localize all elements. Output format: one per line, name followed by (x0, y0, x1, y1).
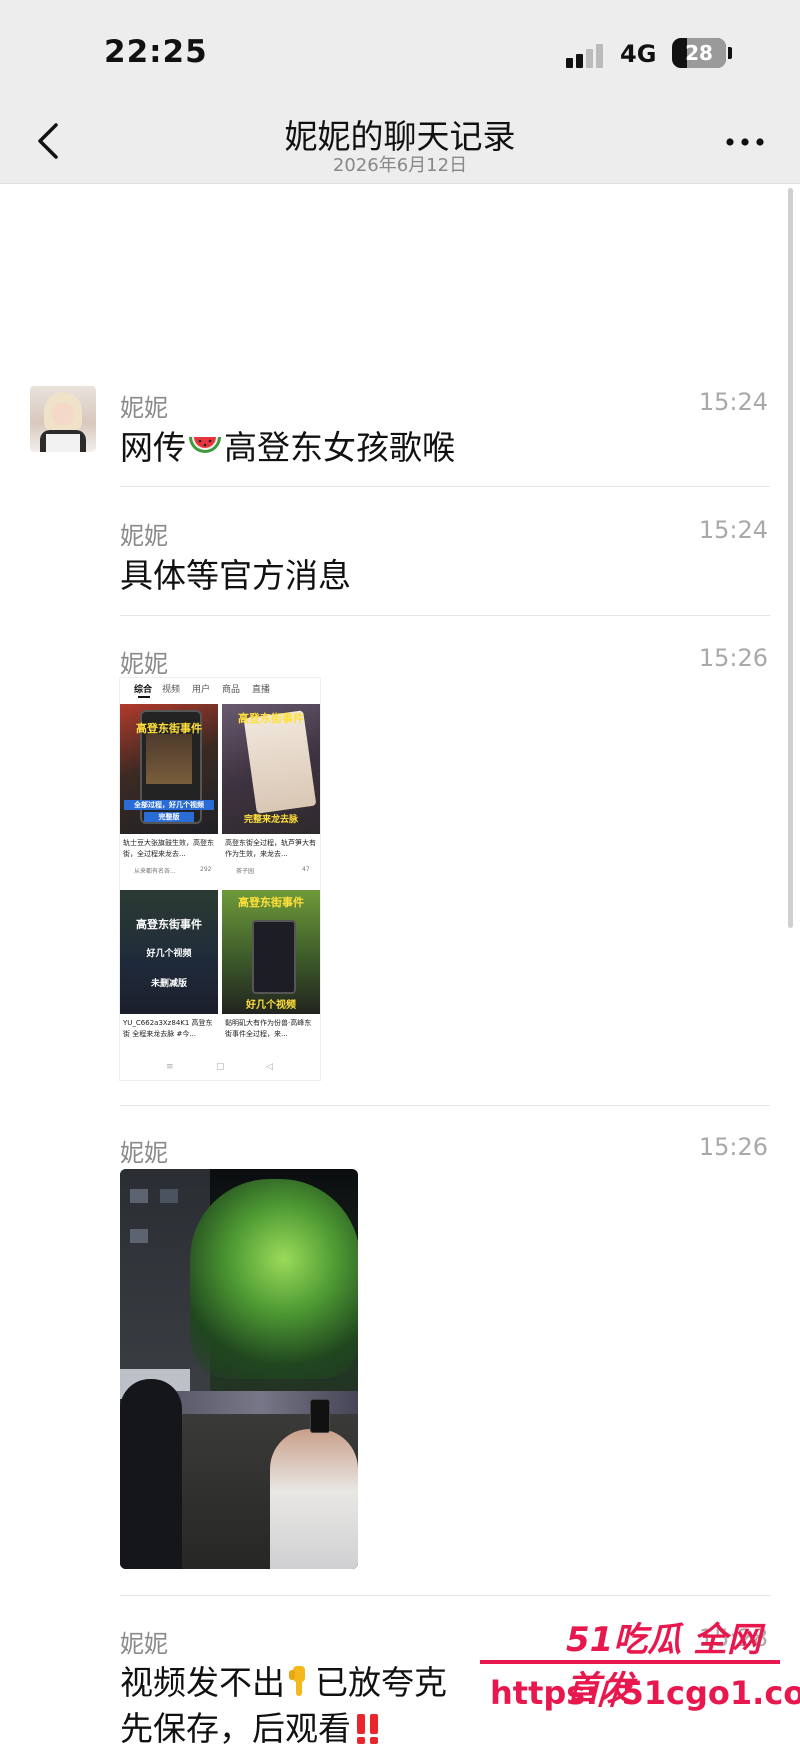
phone-nav-bar: ≡ ▢ ◁ (166, 1062, 273, 1072)
message-item: 妮妮 15:24 网传 高登东女孩歌喉 (0, 386, 800, 486)
thumbnail-title: 高登东街事件 (238, 712, 304, 725)
tab-video: 视频 (162, 685, 181, 695)
status-time: 22:25 (104, 34, 208, 70)
message-text-part: 视频发不出 (120, 1663, 285, 1702)
thumbnail-title: 高登东街事件 (136, 918, 202, 931)
message-line: 先保存，后观看 (120, 1706, 447, 1752)
video-thumbnail: 高登东街事件 好几个视频 未删减版 (120, 890, 218, 1014)
thumbnail-badge: 好几个视频 (146, 949, 192, 959)
more-button[interactable] (724, 133, 768, 151)
divider (120, 615, 770, 616)
card-user: 茶子园 (236, 868, 255, 875)
nav-bar: 妮妮的聊天记录 2026年6月12日 (0, 105, 800, 184)
watermelon-icon (189, 437, 221, 453)
signal-icon (566, 42, 612, 68)
double-exclamation-icon (357, 1714, 378, 1744)
message-text[interactable]: 网传 高登东女孩歌喉 (120, 424, 455, 472)
tab-products: 商品 (222, 685, 241, 695)
avatar[interactable] (30, 386, 96, 452)
card-likes: 47 (302, 866, 310, 873)
message-time: 15:24 (698, 388, 768, 416)
message-sender: 妮妮 (120, 522, 168, 550)
watermark: 51吃瓜 全网首发 https://51cgo1.com (480, 1612, 800, 1722)
message-item: 妮妮 15:26 (0, 1131, 800, 1571)
card-user: 从来都有名各... (134, 868, 176, 875)
thumbnail-badge: 好几个视频 (246, 1000, 296, 1011)
screenshot-image[interactable]: 综合 视频 用户 商品 直播 高登东街事件 全部过程，好几个视频 完整版 轨士豆… (120, 678, 320, 1080)
message-text-part: 网传 (120, 428, 186, 467)
card-caption: 轨士豆大张旗鼓生效，高登东街，全过程来龙去... (123, 839, 214, 858)
message-item: 妮妮 15:26 综合 视频 用户 商品 直播 高登东街事件 全部过程，好几个视… (0, 642, 800, 1082)
page-subtitle-date: 2026年6月12日 (332, 155, 468, 176)
message-text-part: 已放夸克 (315, 1663, 447, 1702)
search-tabs: 综合 视频 用户 商品 直播 (120, 680, 320, 698)
battery-tip (728, 47, 732, 59)
thumbnail-badge: 全部过程，好几个视频 (124, 800, 214, 810)
more-icon (726, 138, 764, 146)
message-text[interactable]: 视频发不出 已放夸克 先保存，后观看 (120, 1660, 447, 1752)
message-text[interactable]: 具体等官方消息 (120, 552, 351, 600)
thumbnail-badge-2: 未删减版 (150, 979, 187, 989)
watermark-url: https://51cgo1.com (490, 1674, 800, 1712)
message-sender: 妮妮 (120, 650, 168, 678)
thumbnail-badge: 完整来龙去脉 (243, 815, 298, 825)
video-card: 高登东街事件 好几个视频 未删减版 YU_C662a3Xz84K1 高登东街 全… (120, 890, 218, 1050)
thumbnail-title: 高登东街事件 (136, 722, 202, 735)
message-item: 妮妮 15:24 具体等官方消息 (0, 514, 800, 614)
video-card: 高登东街事件 全部过程，好几个视频 完整版 轨士豆大张旗鼓生效，高登东街，全过程… (120, 704, 218, 884)
card-caption: YU_C662a3Xz84K1 高登东街 全程来龙去脉 #今... (123, 1019, 213, 1038)
thumbnail-badge-2: 完整版 (144, 812, 194, 822)
divider (120, 1595, 770, 1596)
battery-icon: 28 (672, 38, 726, 68)
status-bar: 22:25 4G 28 (0, 0, 800, 105)
battery-level: 28 (685, 41, 713, 65)
tab-live: 直播 (252, 685, 271, 695)
message-sender: 妮妮 (120, 1630, 168, 1658)
video-card: 高登东街事件 完整来龙去脉 高登东街全过程，轨芦笋大有作为生效，来龙去... 茶… (222, 704, 320, 884)
tab-all: 综合 (134, 685, 153, 695)
message-time: 15:26 (698, 1133, 768, 1161)
thumbnail-title: 高登东街事件 (238, 896, 304, 909)
divider (120, 486, 770, 487)
message-sender: 妮妮 (120, 394, 168, 422)
video-thumbnail: 高登东街事件 全部过程，好几个视频 完整版 (120, 704, 218, 834)
video-message[interactable] (120, 1169, 358, 1569)
message-text-part: 高登东女孩歌喉 (224, 428, 455, 467)
network-type: 4G (620, 40, 657, 68)
card-likes: 292 (200, 866, 212, 873)
message-sender: 妮妮 (120, 1139, 168, 1167)
message-time: 15:26 (698, 644, 768, 672)
watermark-line (480, 1660, 780, 1664)
video-thumbnail: 高登东街事件 完整来龙去脉 (222, 704, 320, 834)
card-caption: 黏明矶大有作为份兽·高峰东街事件全过程，来... (225, 1019, 312, 1038)
divider (120, 1105, 770, 1106)
pointing-down-icon (289, 1666, 305, 1696)
video-thumbnail: 高登东街事件 好几个视频 (222, 890, 320, 1014)
message-time: 15:24 (698, 516, 768, 544)
message-line: 视频发不出 已放夸克 (120, 1660, 447, 1706)
message-text-part: 先保存，后观看 (120, 1709, 351, 1748)
tab-users: 用户 (192, 685, 211, 695)
card-caption: 高登东街全过程，轨芦笋大有作为生效，来龙去... (225, 839, 316, 858)
video-card: 高登东街事件 好几个视频 黏明矶大有作为份兽·高峰东街事件全过程，来... (222, 890, 320, 1050)
